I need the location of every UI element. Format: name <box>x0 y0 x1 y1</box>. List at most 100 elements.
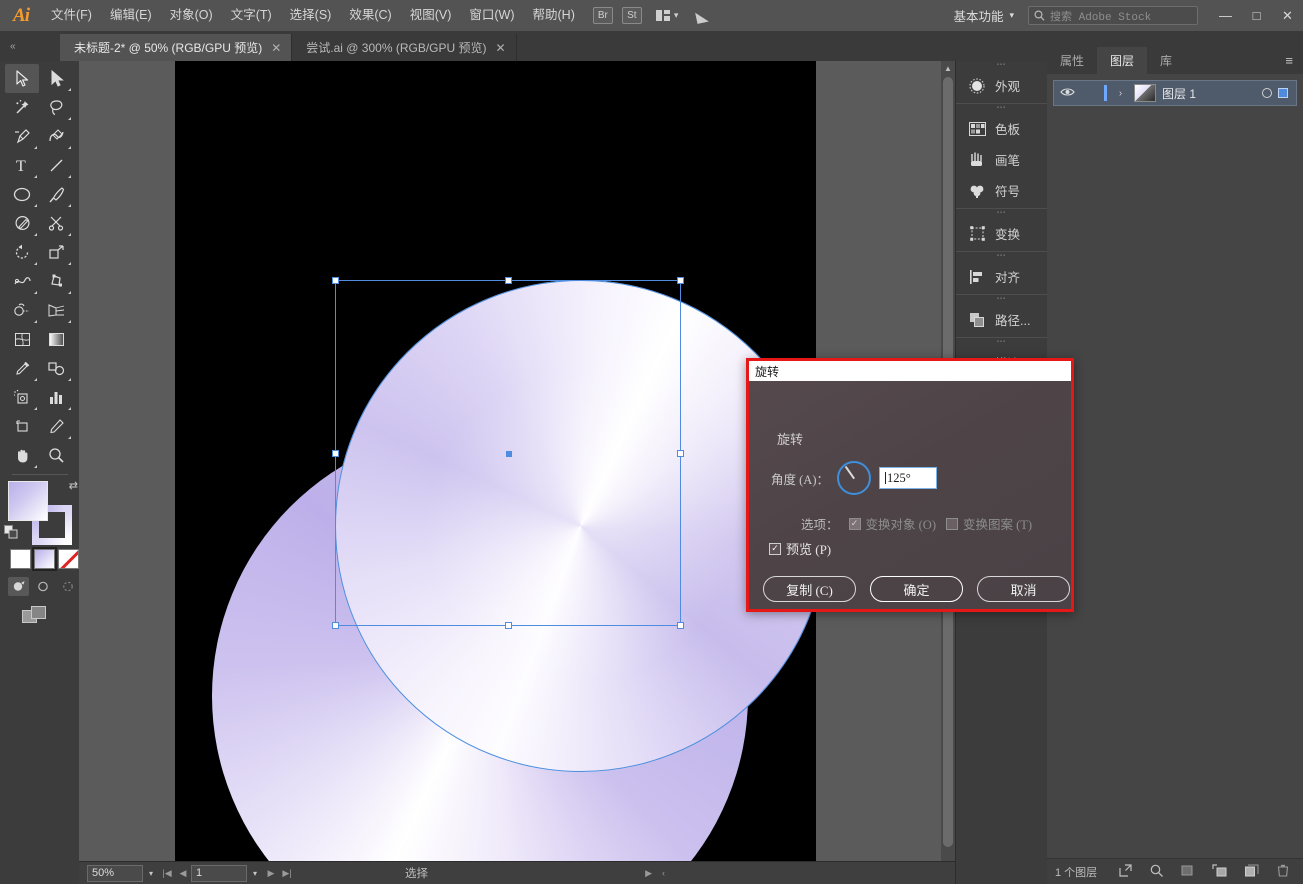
arrange-documents-button[interactable]: ▾ <box>655 10 678 21</box>
angle-dial-control[interactable] <box>836 461 871 495</box>
panel-button-pathfinder[interactable]: 路径... <box>956 304 1047 335</box>
symbol-sprayer-tool[interactable] <box>5 383 39 412</box>
checkbox-preview[interactable]: ✓ 预览 (P) <box>769 539 831 558</box>
ellipse-tool[interactable] <box>5 180 39 209</box>
rotation-center-point[interactable] <box>506 451 512 457</box>
artboard-number-field[interactable]: 1 <box>191 864 247 882</box>
default-fill-stroke-icon[interactable] <box>4 525 19 545</box>
menu-item-type[interactable]: 文字(T) <box>222 0 281 31</box>
create-sublayer-icon[interactable] <box>1181 864 1194 880</box>
handle-top-center[interactable] <box>505 277 512 284</box>
handle-bottom-left[interactable] <box>332 622 339 629</box>
scale-tool[interactable] <box>39 238 73 267</box>
handle-middle-left[interactable] <box>332 450 339 457</box>
zoom-dropdown-icon[interactable]: ▾ <box>143 869 159 878</box>
angle-input[interactable]: 125° <box>878 467 937 489</box>
prev-artboard-button[interactable]: ◀ <box>175 868 191 879</box>
status-resize-icon[interactable]: ‹ <box>662 868 665 879</box>
line-segment-tool[interactable] <box>39 151 73 180</box>
document-tab-untitled2[interactable]: 未标题-2* @ 50% (RGB/GPU 预览) ✕ <box>60 34 293 61</box>
status-play-icon[interactable]: ▶ <box>645 868 652 879</box>
ok-button[interactable]: 确定 <box>870 576 963 602</box>
zoom-level-field[interactable]: 50% <box>87 864 143 882</box>
last-artboard-button[interactable]: ▶| <box>279 868 295 879</box>
tab-layers[interactable]: 图层 <box>1097 47 1148 74</box>
menu-item-file[interactable]: 文件(F) <box>42 0 101 31</box>
draw-normal-button[interactable] <box>8 577 29 596</box>
handle-top-right[interactable] <box>677 277 684 284</box>
free-transform-tool[interactable] <box>39 267 73 296</box>
zoom-tool[interactable] <box>39 441 73 470</box>
rotate-tool[interactable] <box>5 238 39 267</box>
panel-button-appearance[interactable]: 外观 <box>956 70 1047 101</box>
first-artboard-button[interactable]: |◀ <box>159 868 175 879</box>
hand-tool[interactable] <box>5 441 39 470</box>
column-graph-tool[interactable] <box>39 383 73 412</box>
scroll-up-icon[interactable]: ▲ <box>941 61 955 75</box>
mesh-tool[interactable] <box>5 325 39 354</box>
handle-middle-right[interactable] <box>677 450 684 457</box>
color-mode-button[interactable] <box>10 549 31 569</box>
make-clipping-mask-icon[interactable] <box>1150 864 1164 880</box>
handle-bottom-right[interactable] <box>677 622 684 629</box>
maximize-button[interactable]: □ <box>1241 0 1272 31</box>
selection-bounding-box[interactable] <box>332 277 684 629</box>
perspective-grid-tool[interactable] <box>39 296 73 325</box>
close-button[interactable]: ✕ <box>1272 0 1303 31</box>
type-tool[interactable]: T <box>5 151 39 180</box>
target-circle-icon[interactable] <box>1262 88 1272 98</box>
magic-wand-tool[interactable] <box>5 93 39 122</box>
next-artboard-button[interactable]: ▶ <box>263 868 279 879</box>
delete-layer-icon[interactable] <box>1277 864 1289 880</box>
stock-sprite-icon[interactable]: ◣ <box>695 5 710 25</box>
checkbox-transform-objects[interactable]: ✓ 变换对象 (O) <box>848 514 936 533</box>
panel-menu-icon[interactable]: ≡ <box>1285 47 1303 74</box>
gradient-mode-button[interactable] <box>32 547 57 571</box>
preview-row[interactable]: ✓ 预览 (P) <box>769 539 831 558</box>
artboard-tool[interactable] <box>5 412 39 441</box>
selection-tool[interactable] <box>5 64 39 93</box>
swap-fill-stroke-icon[interactable]: ⇄ <box>69 479 78 492</box>
screen-mode-button[interactable] <box>22 606 79 629</box>
table-row[interactable]: › 图层 1 <box>1053 80 1297 106</box>
cancel-button[interactable]: 取消 <box>977 576 1070 602</box>
tab-libraries[interactable]: 库 <box>1147 47 1185 74</box>
blend-tool[interactable] <box>39 354 73 383</box>
menu-item-effect[interactable]: 效果(C) <box>340 0 400 31</box>
workspace-switcher[interactable]: 基本功能 ▾ <box>947 6 1020 25</box>
menu-item-edit[interactable]: 编辑(E) <box>101 0 161 31</box>
paintbrush-tool[interactable] <box>39 180 73 209</box>
gradient-tool[interactable] <box>39 325 73 354</box>
fill-swatch[interactable] <box>8 481 48 521</box>
panel-button-brushes[interactable]: 画笔 <box>956 144 1047 175</box>
rotate-dialog[interactable]: 旋转 旋转 角度 (A)： 125° 选项： ✓ 变换对象 (O) 变换图案 (… <box>746 358 1074 612</box>
duplicate-layer-icon[interactable] <box>1245 864 1259 880</box>
menu-item-window[interactable]: 窗口(W) <box>460 0 523 31</box>
checkbox-transform-patterns[interactable]: 变换图案 (T) <box>946 514 1032 533</box>
minimize-button[interactable]: — <box>1210 0 1241 31</box>
direct-selection-tool[interactable] <box>39 64 73 93</box>
panel-button-swatches[interactable]: 色板 <box>956 113 1047 144</box>
stock-search-box[interactable]: 搜索 Adobe Stock <box>1028 6 1198 25</box>
chevron-right-icon[interactable]: › <box>1113 88 1128 99</box>
tab-properties[interactable]: 属性 <box>1047 47 1097 74</box>
document-tab-shiyan[interactable]: 尝试.ai @ 300% (RGB/GPU 预览) ✕ <box>292 34 517 61</box>
panel-button-transform[interactable]: 变换 <box>956 218 1047 249</box>
draw-behind-button[interactable] <box>33 577 54 596</box>
menu-item-object[interactable]: 对象(O) <box>161 0 222 31</box>
draw-inside-button[interactable] <box>58 577 79 596</box>
handle-top-left[interactable] <box>332 277 339 284</box>
eyedropper-tool[interactable] <box>5 354 39 383</box>
width-tool[interactable] <box>5 267 39 296</box>
shape-builder-tool[interactable] <box>5 296 39 325</box>
new-layer-icon[interactable] <box>1212 863 1227 880</box>
pencil-tool[interactable] <box>5 209 39 238</box>
close-icon[interactable]: ✕ <box>496 41 506 55</box>
artboard[interactable] <box>175 61 827 884</box>
collapse-panels-button[interactable]: « <box>0 31 60 61</box>
locate-object-icon[interactable] <box>1119 863 1132 880</box>
scissors-tool[interactable] <box>39 209 73 238</box>
none-mode-button[interactable] <box>58 549 79 569</box>
lasso-tool[interactable] <box>39 93 73 122</box>
curvature-tool[interactable] <box>39 122 73 151</box>
